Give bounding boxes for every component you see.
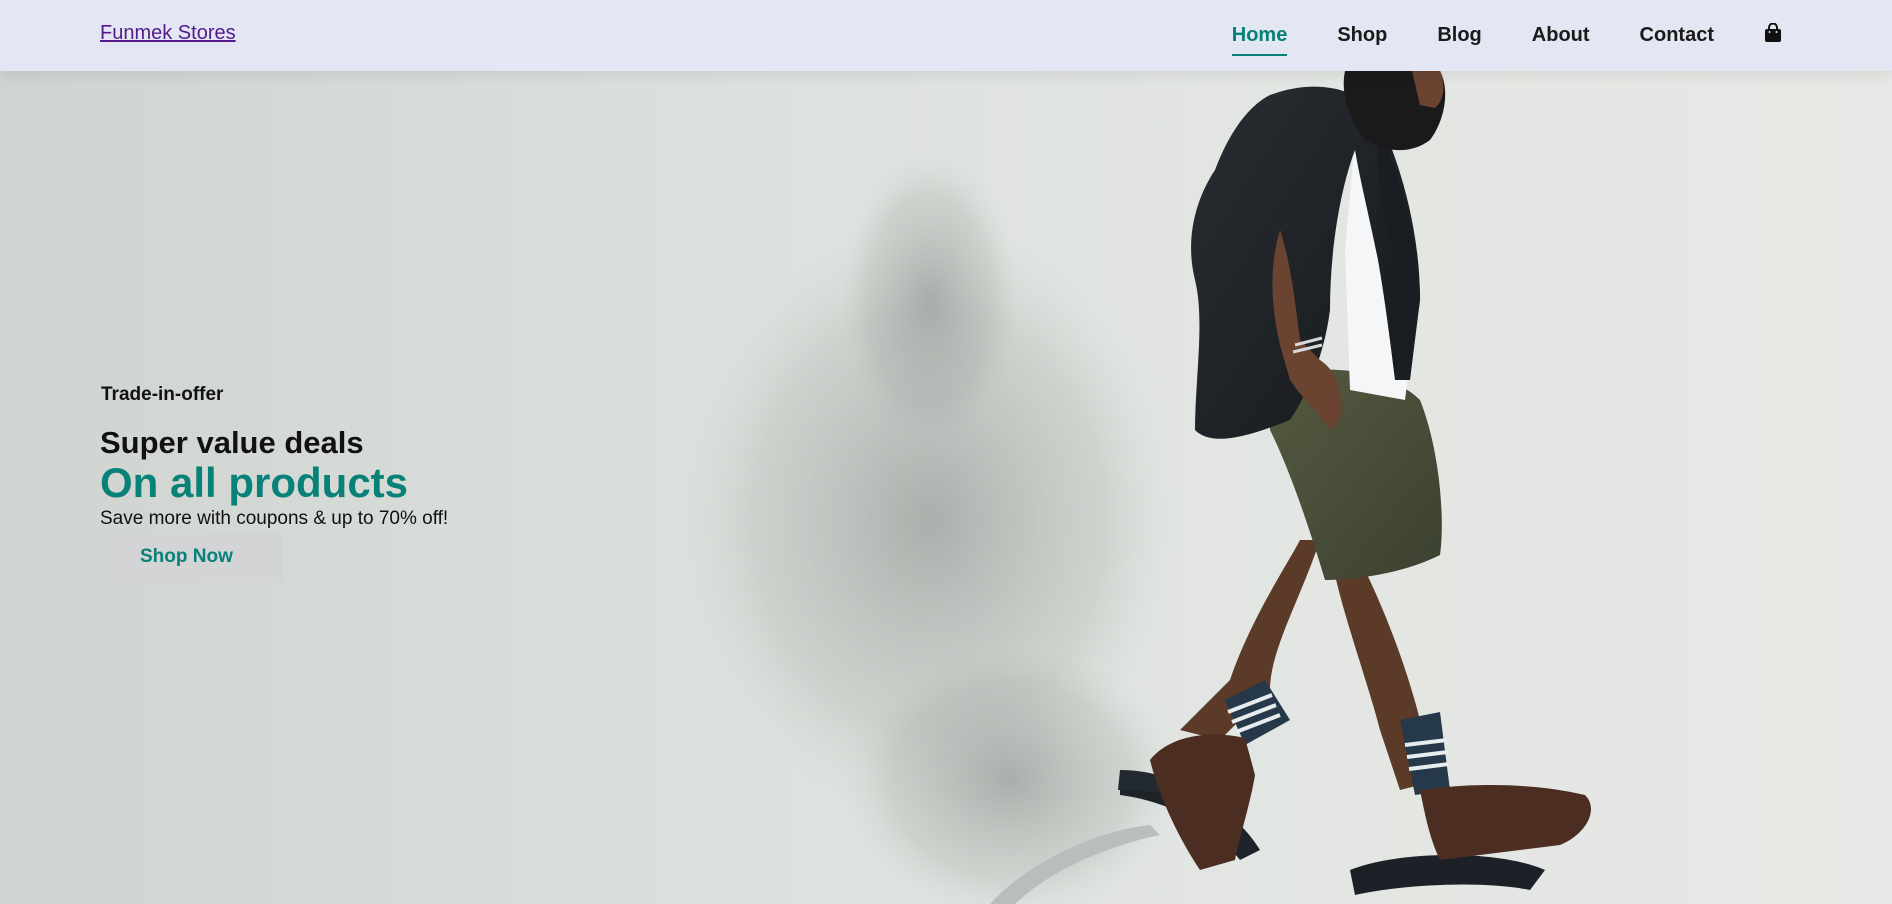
- shopping-bag-icon[interactable]: [1764, 22, 1782, 43]
- hero-section: Trade-in-offer Super value deals On all …: [100, 384, 449, 584]
- nav-item-cart: [1764, 22, 1782, 48]
- nav-link-shop[interactable]: Shop: [1337, 24, 1387, 46]
- logo-link[interactable]: Funmek Stores: [100, 22, 236, 45]
- hero-kicker: Trade-in-offer: [101, 384, 224, 405]
- nav-item-shop: Shop: [1337, 24, 1387, 47]
- shop-now-button[interactable]: Shop Now: [100, 531, 282, 584]
- nav-item-about: About: [1532, 24, 1590, 47]
- hero-subtitle: Save more with coupons & up to 70% off!: [100, 508, 449, 530]
- hero-title: On all products: [100, 459, 409, 507]
- main-nav: Home Shop Blog About Contact: [1182, 0, 1782, 71]
- nav-link-home[interactable]: Home: [1232, 24, 1288, 46]
- nav-item-contact: Contact: [1640, 24, 1714, 47]
- nav-link-blog[interactable]: Blog: [1437, 24, 1481, 46]
- nav-link-contact[interactable]: Contact: [1640, 24, 1714, 46]
- nav-link-about[interactable]: About: [1532, 24, 1590, 46]
- site-header: Funmek Stores Home Shop Blog About Conta…: [0, 0, 1892, 71]
- nav-item-blog: Blog: [1437, 24, 1481, 47]
- page: Funmek Stores Home Shop Blog About Conta…: [0, 0, 1892, 904]
- hero-heading: Super value deals: [100, 425, 364, 460]
- nav-item-home: Home: [1232, 24, 1288, 47]
